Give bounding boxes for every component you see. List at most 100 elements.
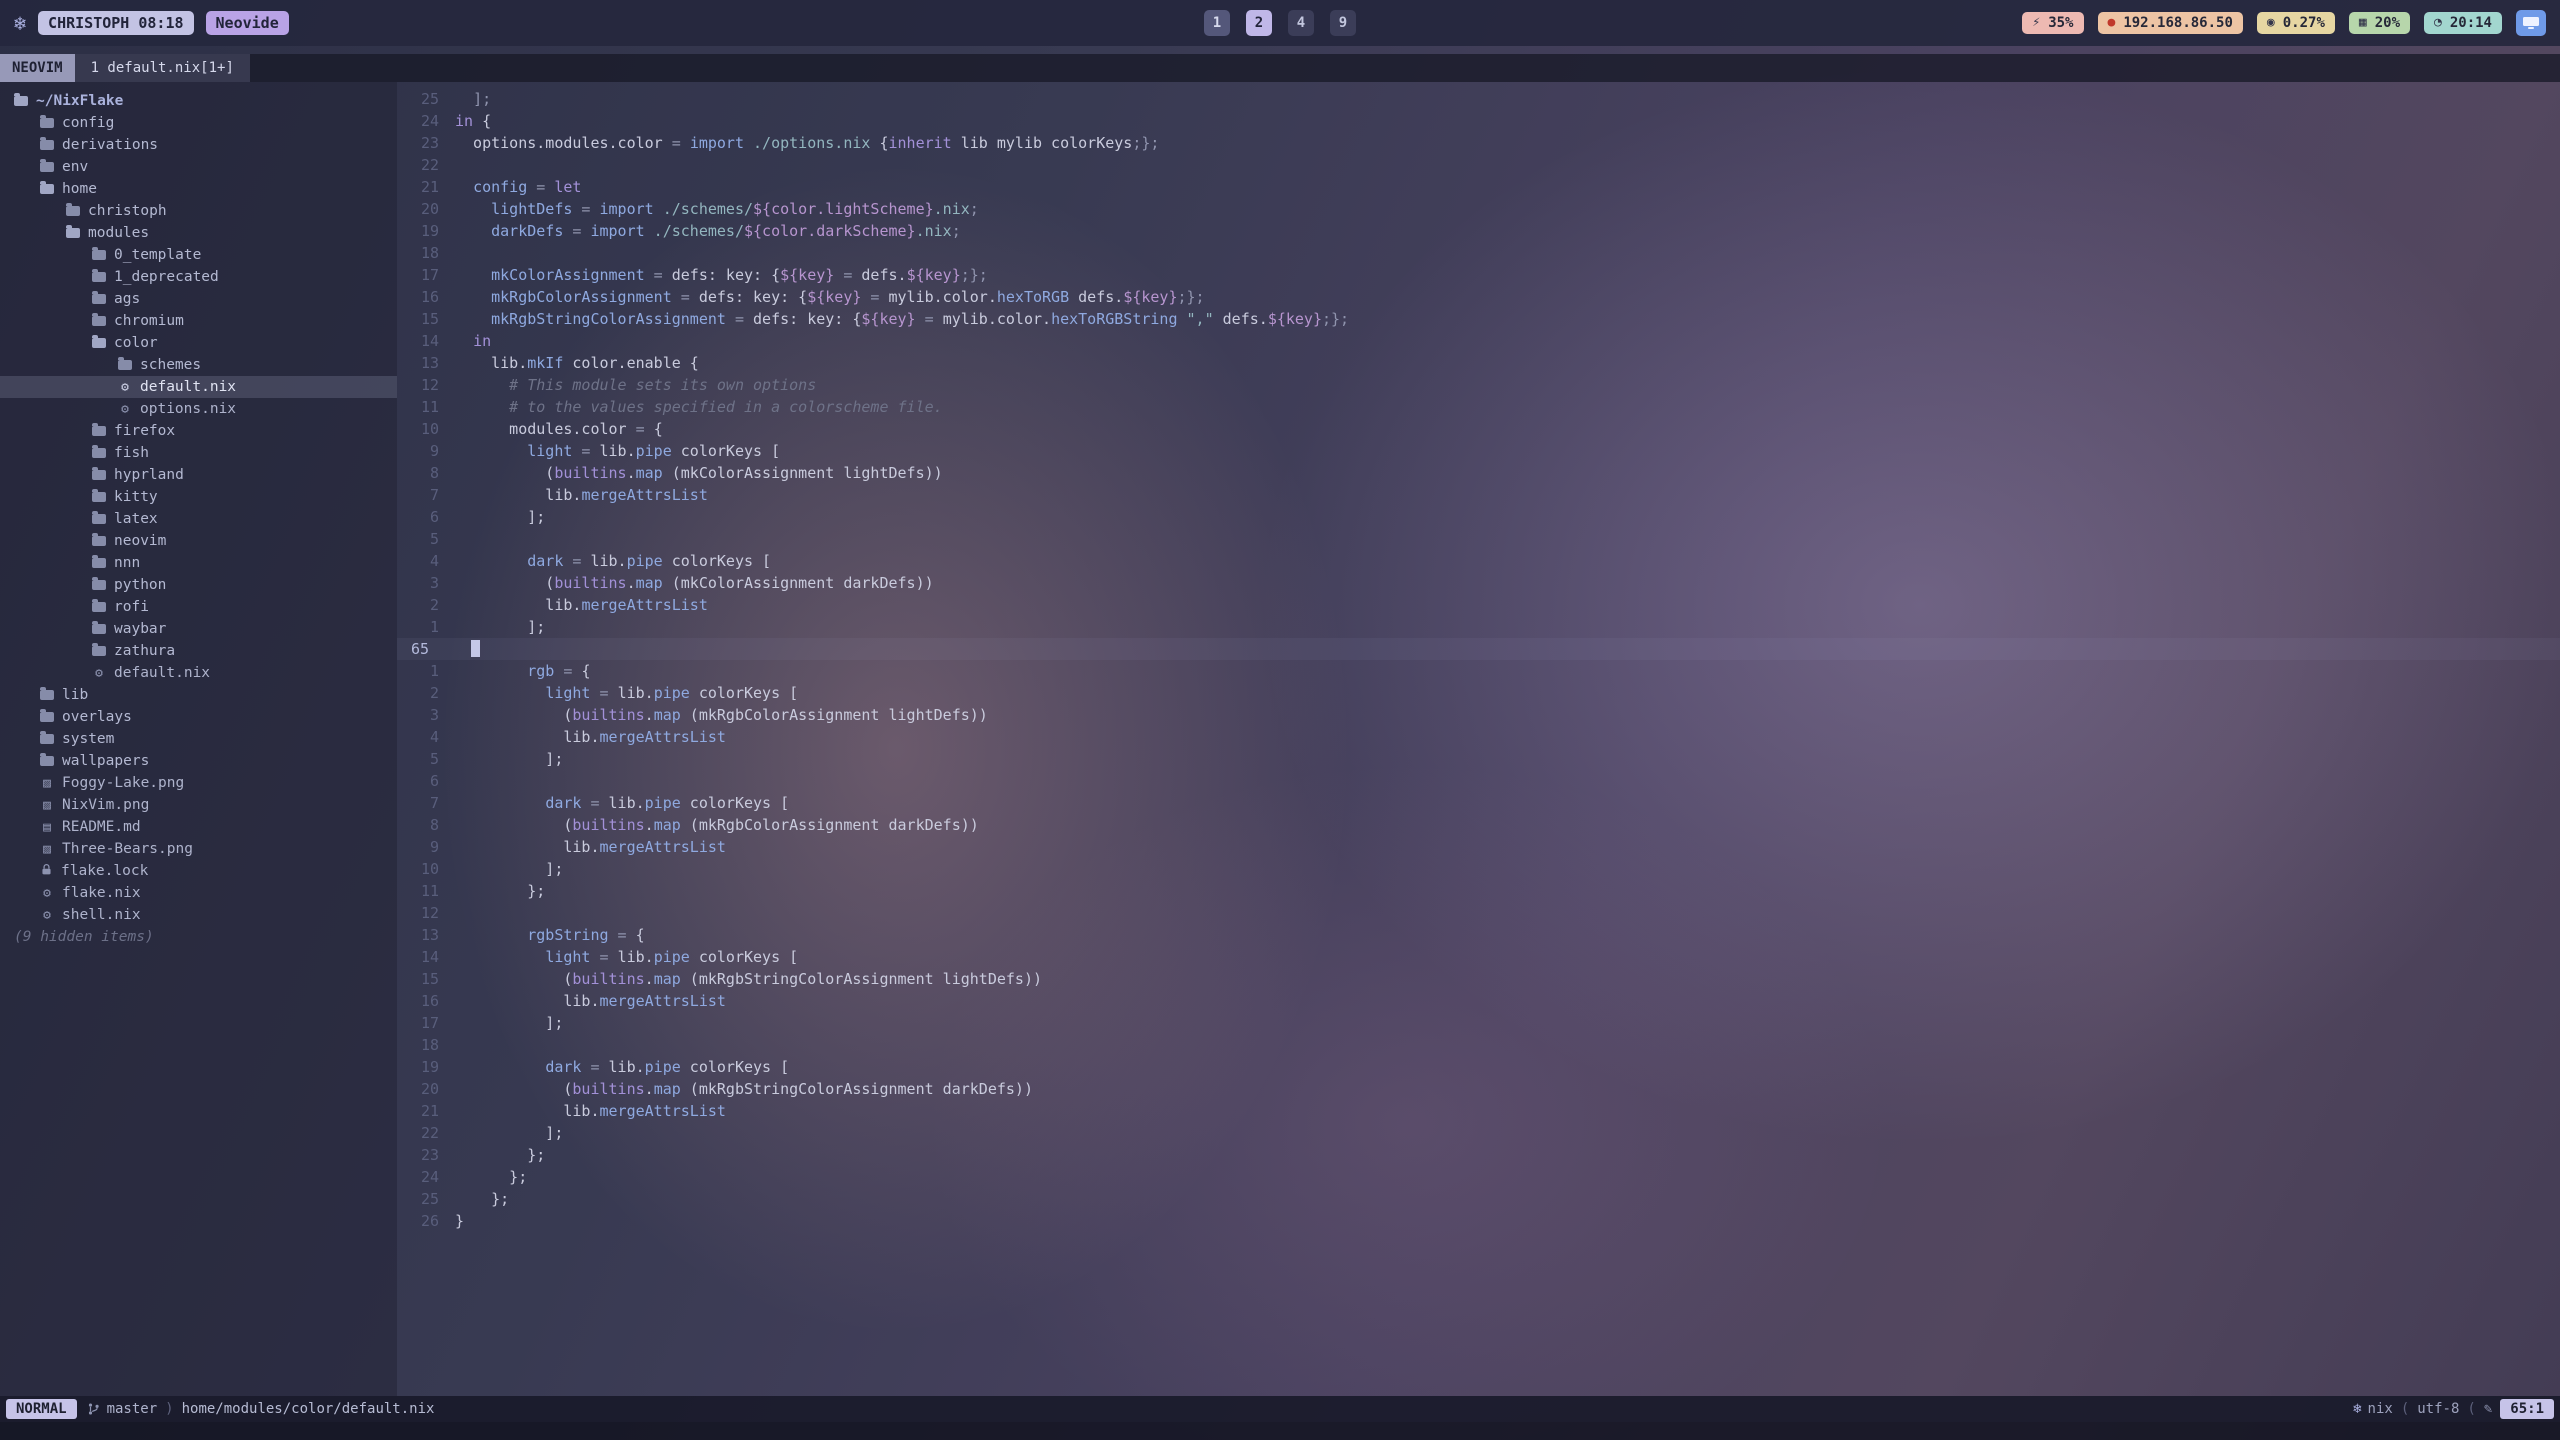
code-line[interactable]: 2 lib.mergeAttrsList [397, 594, 2560, 616]
tree-item-flake-nix[interactable]: ⚙flake.nix [0, 882, 397, 904]
code-line[interactable]: 3 (builtins.map (mkRgbColorAssignment li… [397, 704, 2560, 726]
code-line[interactable]: 23 options.modules.color = import ./opti… [397, 132, 2560, 154]
tree-item-firefox[interactable]: firefox [0, 420, 397, 442]
code-line[interactable]: 7 lib.mergeAttrsList [397, 484, 2560, 506]
workspace-2[interactable]: 2 [1246, 10, 1272, 36]
code-line[interactable]: 26} [397, 1210, 2560, 1232]
code-line[interactable]: 11 }; [397, 880, 2560, 902]
tree-item-waybar[interactable]: waybar [0, 618, 397, 640]
tree-item-derivations[interactable]: derivations [0, 134, 397, 156]
code-line[interactable]: 23 }; [397, 1144, 2560, 1166]
tree-item-wallpapers[interactable]: wallpapers [0, 750, 397, 772]
buffer-tab[interactable]: 1 default.nix[1+] [75, 54, 250, 82]
code-line[interactable]: 15 (builtins.map (mkRgbStringColorAssign… [397, 968, 2560, 990]
code-line[interactable]: 14 in [397, 330, 2560, 352]
code-line[interactable]: 14 light = lib.pipe colorKeys [ [397, 946, 2560, 968]
workspace-4[interactable]: 4 [1288, 10, 1314, 36]
code-line[interactable]: 2 light = lib.pipe colorKeys [ [397, 682, 2560, 704]
tree-item-default-nix[interactable]: ⚙default.nix [0, 376, 397, 398]
tree-item-python[interactable]: python [0, 574, 397, 596]
code-line[interactable]: 9 lib.mergeAttrsList [397, 836, 2560, 858]
code-line[interactable]: 12 [397, 902, 2560, 924]
tree-item-system[interactable]: system [0, 728, 397, 750]
code-line[interactable]: 18 [397, 242, 2560, 264]
code-line[interactable]: 5 [397, 528, 2560, 550]
tree-item-hyprland[interactable]: hyprland [0, 464, 397, 486]
tree-item-env[interactable]: env [0, 156, 397, 178]
code-line[interactable]: 20 lightDefs = import ./schemes/${color.… [397, 198, 2560, 220]
tree-item-fish[interactable]: fish [0, 442, 397, 464]
tree-item--nixflake[interactable]: ~/NixFlake [0, 90, 397, 112]
tree-item-schemes[interactable]: schemes [0, 354, 397, 376]
code-line[interactable]: 13 rgbString = { [397, 924, 2560, 946]
tree-item-options-nix[interactable]: ⚙options.nix [0, 398, 397, 420]
code-line[interactable]: 18 [397, 1034, 2560, 1056]
code-line-current[interactable]: 65 [397, 638, 2560, 660]
code-line[interactable]: 19 darkDefs = import ./schemes/${color.d… [397, 220, 2560, 242]
tree-item-nixvim-png[interactable]: ▨NixVim.png [0, 794, 397, 816]
code-editor[interactable]: 25 ];24in {23 options.modules.color = im… [397, 82, 2560, 1396]
code-line[interactable]: 15 mkRgbStringColorAssignment = defs: ke… [397, 308, 2560, 330]
code-line[interactable]: 16 mkRgbColorAssignment = defs: key: {${… [397, 286, 2560, 308]
code-line[interactable]: 21 config = let [397, 176, 2560, 198]
workspace-9[interactable]: 9 [1330, 10, 1356, 36]
code-line[interactable]: 13 lib.mkIf color.enable { [397, 352, 2560, 374]
code-line[interactable]: 20 (builtins.map (mkRgbStringColorAssign… [397, 1078, 2560, 1100]
tree-item-flake-lock[interactable]: flake.lock [0, 860, 397, 882]
tree-item-0-template[interactable]: 0_template [0, 244, 397, 266]
code-line[interactable]: 12 # This module sets its own options [397, 374, 2560, 396]
tree-item-kitty[interactable]: kitty [0, 486, 397, 508]
tree-item-three-bears-png[interactable]: ▨Three-Bears.png [0, 838, 397, 860]
tree-item-overlays[interactable]: overlays [0, 706, 397, 728]
code-line[interactable]: 16 lib.mergeAttrsList [397, 990, 2560, 1012]
tree-item-zathura[interactable]: zathura [0, 640, 397, 662]
code-line[interactable]: 8 (builtins.map (mkColorAssignment light… [397, 462, 2560, 484]
tree-item-color[interactable]: color [0, 332, 397, 354]
code-line[interactable]: 10 ]; [397, 858, 2560, 880]
tree-item-chromium[interactable]: chromium [0, 310, 397, 332]
tree-item-ags[interactable]: ags [0, 288, 397, 310]
workspace-1[interactable]: 1 [1204, 10, 1230, 36]
tree-item-latex[interactable]: latex [0, 508, 397, 530]
code-line[interactable]: 3 (builtins.map (mkColorAssignment darkD… [397, 572, 2560, 594]
code-line[interactable]: 11 # to the values specified in a colors… [397, 396, 2560, 418]
code-line[interactable]: 9 light = lib.pipe colorKeys [ [397, 440, 2560, 462]
code-line[interactable]: 4 lib.mergeAttrsList [397, 726, 2560, 748]
neovide-window-chip[interactable]: Neovide [206, 11, 289, 35]
user-clock-chip: CHRISTOPH 08:18 [38, 11, 193, 35]
code-line[interactable]: 4 dark = lib.pipe colorKeys [ [397, 550, 2560, 572]
tree-item-modules[interactable]: modules [0, 222, 397, 244]
code-line[interactable]: 25 }; [397, 1188, 2560, 1210]
code-line[interactable]: 24in { [397, 110, 2560, 132]
code-line[interactable]: 7 dark = lib.pipe colorKeys [ [397, 792, 2560, 814]
code-line[interactable]: 1 ]; [397, 616, 2560, 638]
code-line[interactable]: 1 rgb = { [397, 660, 2560, 682]
code-line[interactable]: 8 (builtins.map (mkRgbColorAssignment da… [397, 814, 2560, 836]
code-line[interactable]: 19 dark = lib.pipe colorKeys [ [397, 1056, 2560, 1078]
tree-item-nnn[interactable]: nnn [0, 552, 397, 574]
tree-item-neovim[interactable]: neovim [0, 530, 397, 552]
tree-item-shell-nix[interactable]: ⚙shell.nix [0, 904, 397, 926]
folder-icon [66, 206, 80, 216]
code-line[interactable]: 10 modules.color = { [397, 418, 2560, 440]
code-line[interactable]: 22 ]; [397, 1122, 2560, 1144]
code-line[interactable]: 6 [397, 770, 2560, 792]
code-line[interactable]: 5 ]; [397, 748, 2560, 770]
tree-item-christoph[interactable]: christoph [0, 200, 397, 222]
code-line[interactable]: 17 mkColorAssignment = defs: key: {${key… [397, 264, 2560, 286]
code-line[interactable]: 21 lib.mergeAttrsList [397, 1100, 2560, 1122]
tree-item-foggy-lake-png[interactable]: ▨Foggy-Lake.png [0, 772, 397, 794]
tree-item-readme-md[interactable]: ▤README.md [0, 816, 397, 838]
code-line[interactable]: 17 ]; [397, 1012, 2560, 1034]
code-line[interactable]: 24 }; [397, 1166, 2560, 1188]
tree-item-home[interactable]: home [0, 178, 397, 200]
code-line[interactable]: 6 ]; [397, 506, 2560, 528]
tree-item-1-deprecated[interactable]: 1_deprecated [0, 266, 397, 288]
tree-item-rofi[interactable]: rofi [0, 596, 397, 618]
display-tray-icon[interactable] [2516, 10, 2546, 36]
code-line[interactable]: 22 [397, 154, 2560, 176]
tree-item-lib[interactable]: lib [0, 684, 397, 706]
tree-item-config[interactable]: config [0, 112, 397, 134]
tree-item-default-nix[interactable]: ⚙default.nix [0, 662, 397, 684]
code-line[interactable]: 25 ]; [397, 88, 2560, 110]
